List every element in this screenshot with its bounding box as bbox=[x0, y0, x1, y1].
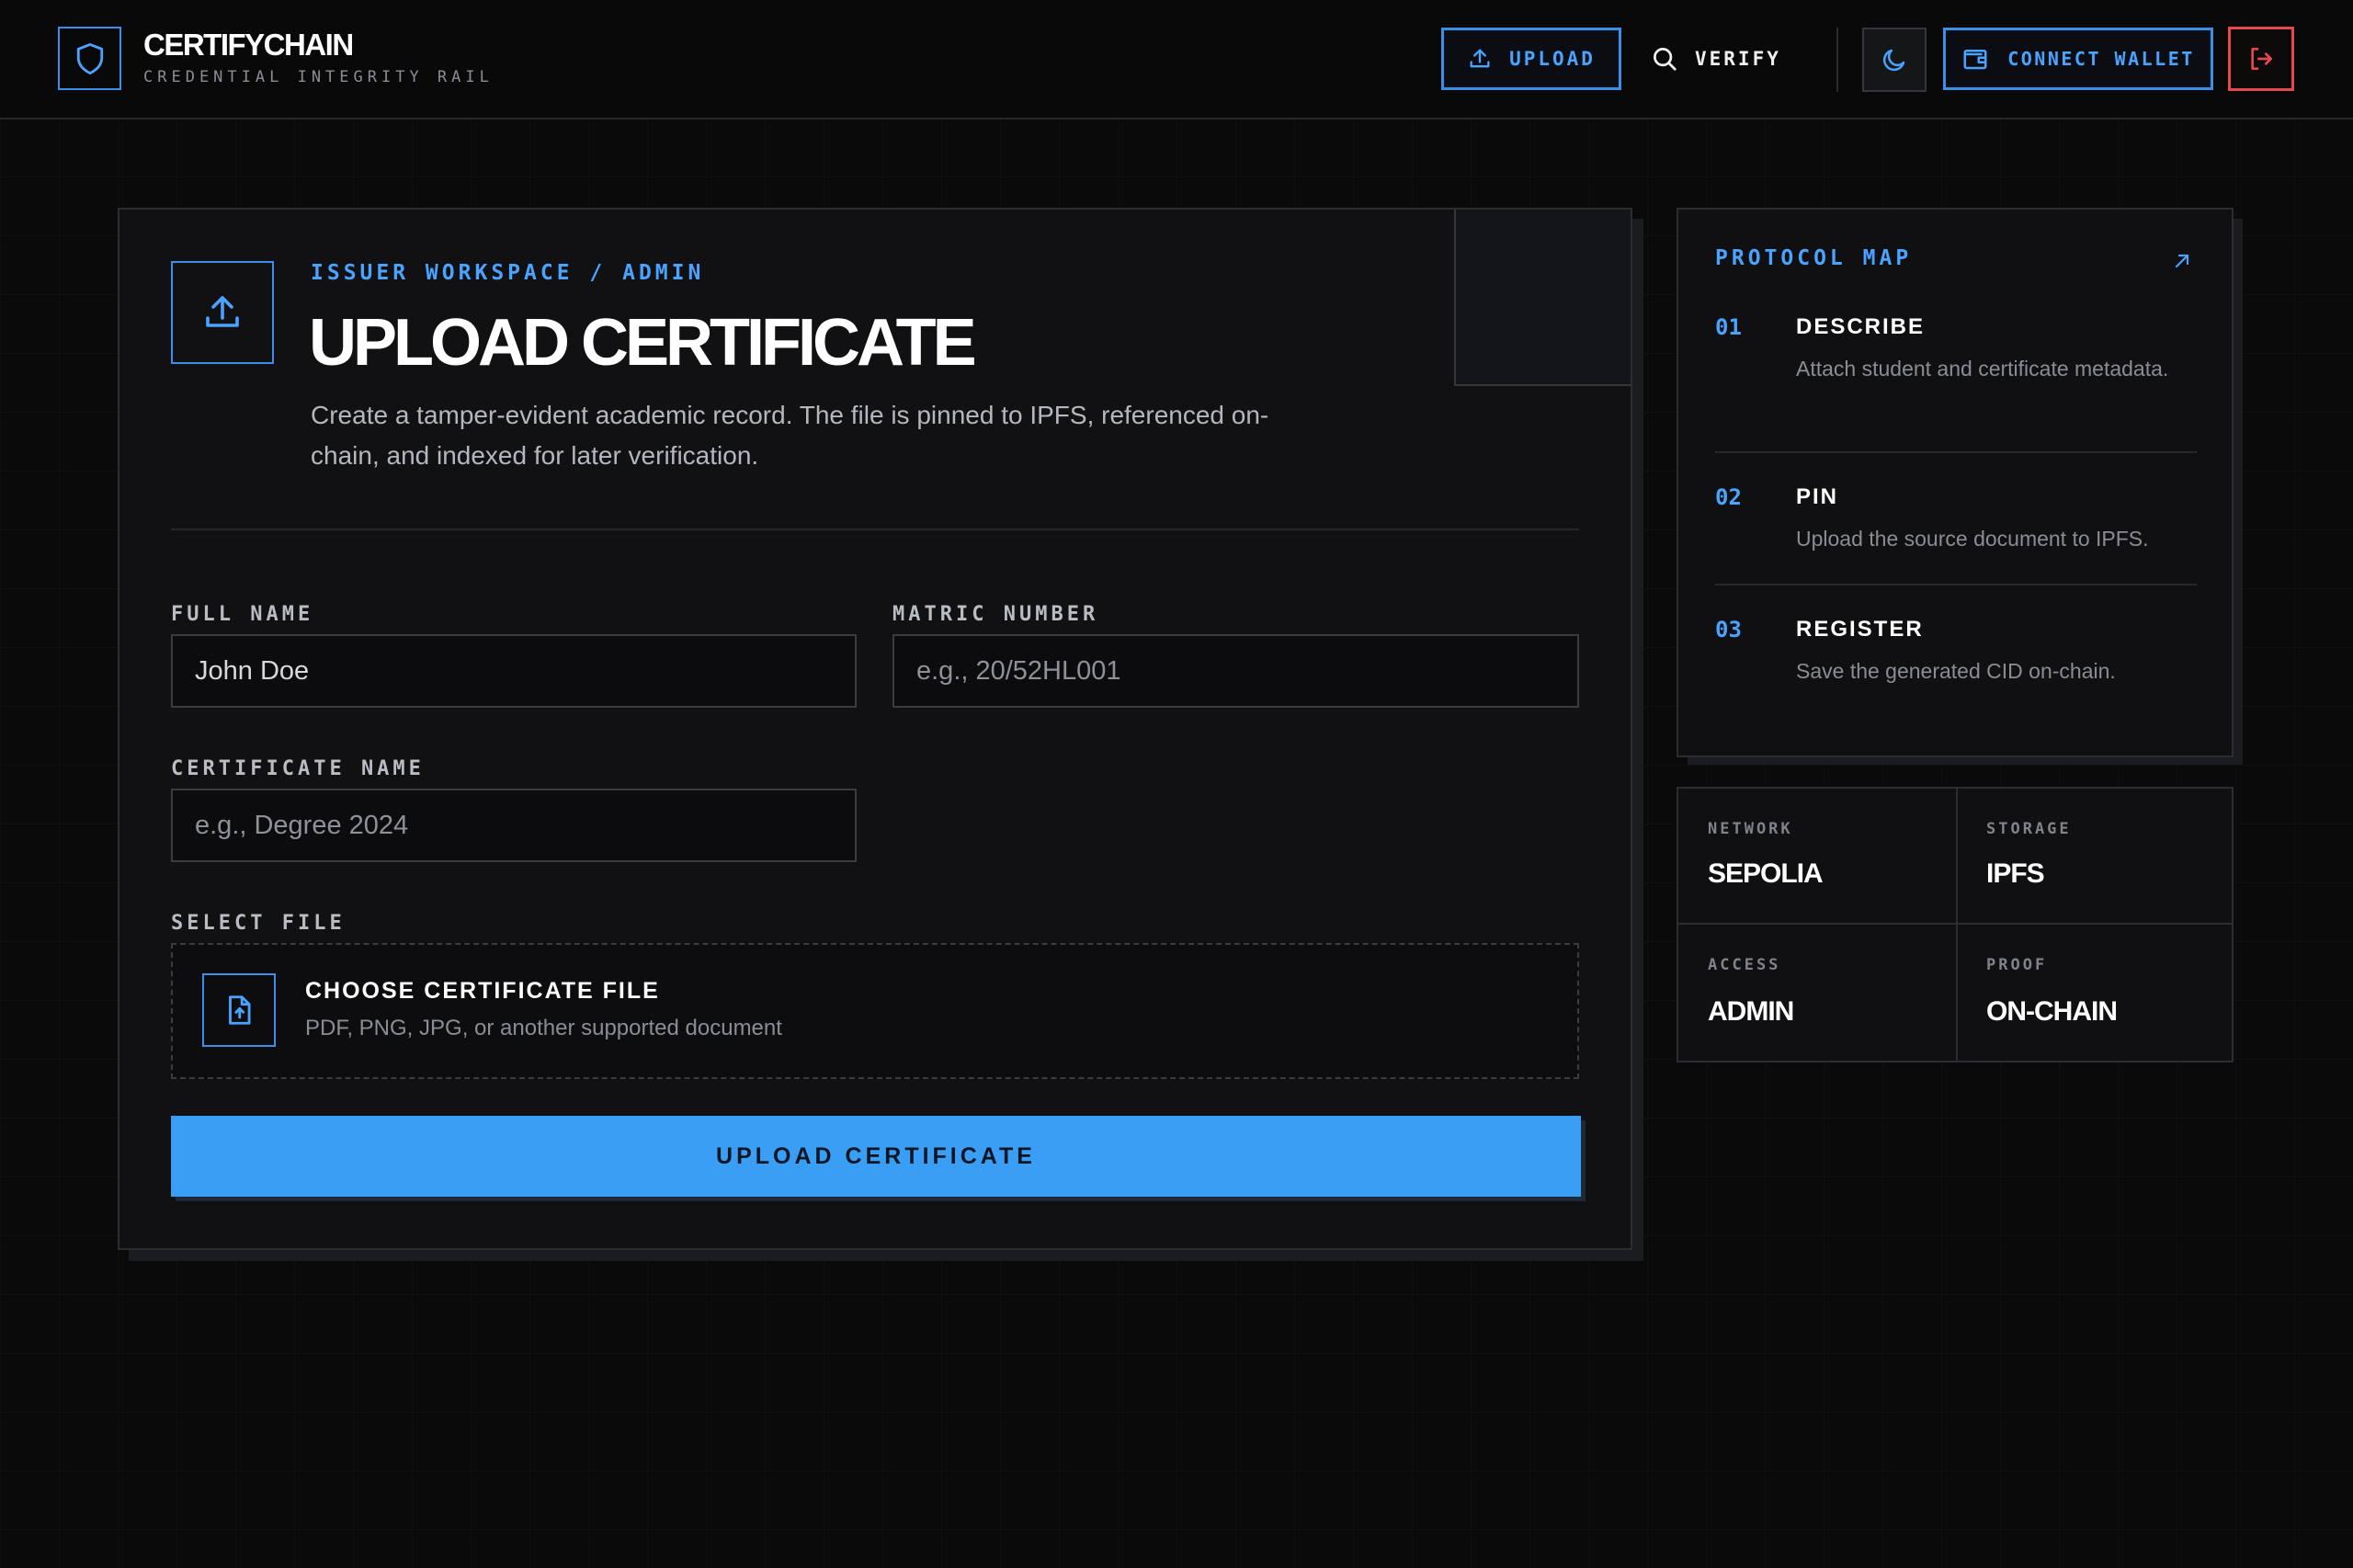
stat-value-network: SEPOLIA bbox=[1708, 858, 1824, 889]
matric-number-label: MATRIC NUMBER bbox=[892, 603, 1099, 626]
logout-icon bbox=[2251, 48, 2272, 70]
external-link-button[interactable] bbox=[2171, 250, 2193, 277]
step-description: Attach student and certificate metadata. bbox=[1796, 357, 2169, 381]
certificate-name-input[interactable] bbox=[171, 789, 857, 862]
brand-subtitle: CREDENTIAL INTEGRITY RAIL bbox=[143, 68, 494, 86]
arrow-up-right-icon bbox=[2175, 254, 2189, 268]
file-type-hint: PDF, PNG, JPG, or another supported docu… bbox=[305, 1016, 782, 1040]
stat-label-network: NETWORK bbox=[1708, 820, 1793, 838]
section-divider bbox=[171, 528, 1579, 530]
theme-toggle-button[interactable] bbox=[1862, 28, 1927, 92]
upload-card-icon-box bbox=[171, 261, 274, 364]
file-dropzone[interactable] bbox=[171, 943, 1579, 1079]
file-upload-icon-box bbox=[202, 973, 276, 1047]
step-title: REGISTER bbox=[1796, 617, 1924, 642]
moon-icon bbox=[1882, 49, 1905, 72]
select-file-label: SELECT FILE bbox=[171, 912, 346, 935]
stat-value-proof: ON-CHAIN bbox=[1986, 996, 2118, 1027]
full-name-label: FULL NAME bbox=[171, 603, 314, 626]
certificate-name-label: CERTIFICATE NAME bbox=[171, 757, 425, 780]
stat-label-access: ACCESS bbox=[1708, 956, 1781, 974]
file-choose-title[interactable]: CHOOSE CERTIFICATE FILE bbox=[305, 978, 660, 1005]
stats-divider bbox=[1956, 789, 1958, 1061]
step-description: Save the generated CID on-chain. bbox=[1796, 659, 2116, 683]
file-upload-icon bbox=[229, 995, 251, 1025]
matric-number-input[interactable] bbox=[892, 634, 1579, 708]
step-title: PIN bbox=[1796, 484, 1839, 509]
upload-icon bbox=[1470, 49, 1490, 68]
wallet-icon bbox=[1963, 50, 1987, 70]
upload-icon bbox=[206, 296, 239, 327]
connect-wallet-button[interactable]: CONNECT WALLET bbox=[1943, 28, 2213, 90]
verify-nav-label: VERIFY bbox=[1695, 48, 1781, 70]
step-divider bbox=[1715, 451, 2197, 453]
stat-label-storage: STORAGE bbox=[1986, 820, 2072, 838]
stat-label-proof: PROOF bbox=[1986, 956, 2048, 974]
step-title: DESCRIBE bbox=[1796, 314, 1926, 339]
logout-button[interactable] bbox=[2228, 27, 2294, 91]
step-description: Upload the source document to IPFS. bbox=[1796, 527, 2149, 551]
connect-wallet-label: CONNECT WALLET bbox=[2007, 48, 2195, 70]
shield-icon bbox=[76, 42, 103, 74]
page-title: UPLOAD CERTIFICATE bbox=[309, 306, 977, 380]
upload-nav-button[interactable]: UPLOAD bbox=[1441, 28, 1621, 90]
upload-nav-label: UPLOAD bbox=[1509, 48, 1596, 70]
search-icon bbox=[1654, 48, 1677, 71]
brand-logo[interactable] bbox=[58, 27, 121, 90]
full-name-input[interactable] bbox=[171, 634, 857, 708]
step-divider bbox=[1715, 584, 2197, 585]
upload-certificate-button[interactable]: UPLOAD CERTIFICATE bbox=[171, 1116, 1581, 1197]
stats-divider bbox=[1678, 923, 2232, 925]
step-number: 01 bbox=[1715, 314, 1742, 340]
page-description: Create a tamper-evident academic record.… bbox=[311, 401, 1269, 470]
card-corner-decoration bbox=[1454, 210, 1631, 386]
stat-value-storage: IPFS bbox=[1986, 858, 2045, 889]
protocol-map-title: PROTOCOL MAP bbox=[1715, 246, 1913, 270]
step-number: 02 bbox=[1715, 484, 1742, 510]
brand-title[interactable]: CERTIFYCHAIN bbox=[143, 28, 354, 62]
breadcrumb: ISSUER WORKSPACE / ADMIN bbox=[311, 261, 705, 285]
header-divider bbox=[1836, 28, 1838, 92]
step-number: 03 bbox=[1715, 617, 1742, 642]
verify-nav-button[interactable]: VERIFY bbox=[1651, 28, 1781, 90]
stat-value-access: ADMIN bbox=[1708, 996, 1794, 1027]
